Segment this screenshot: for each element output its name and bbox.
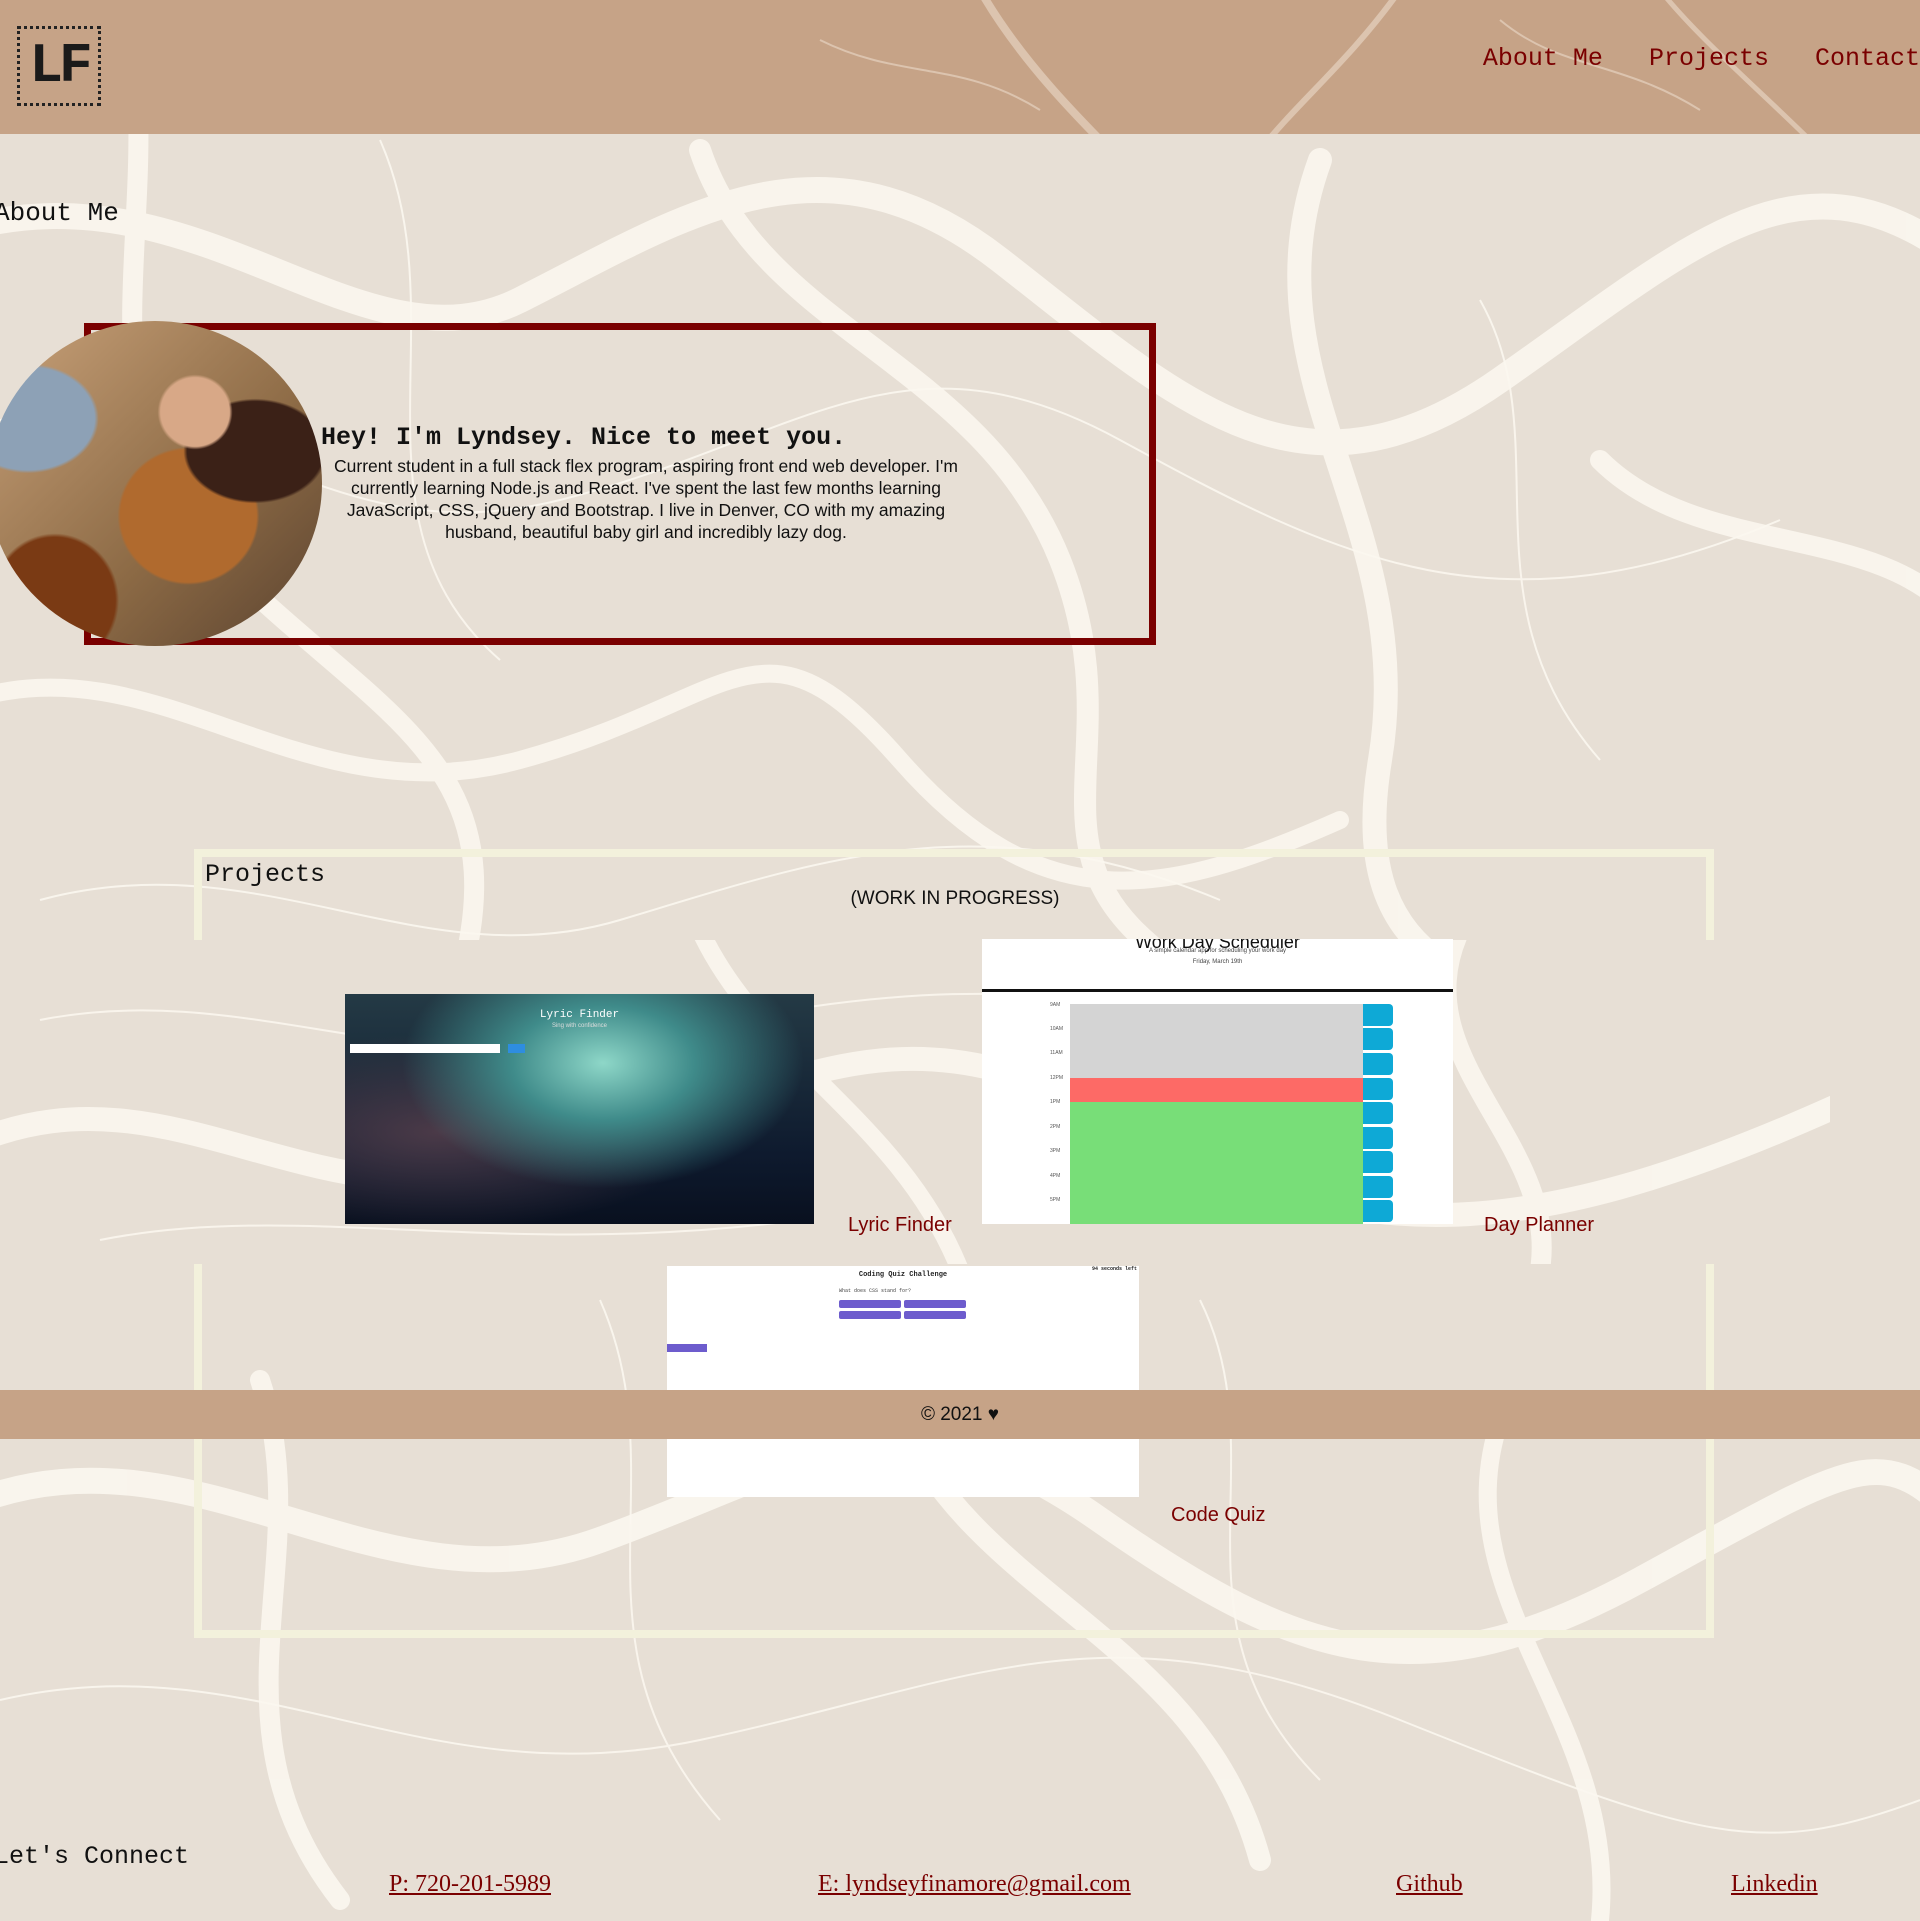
nav-contact[interactable]: Contact [1815,44,1920,73]
projects-status: (WORK IN PROGRESS) [850,888,1060,909]
lyric-preview-title: Lyric Finder [539,1009,620,1021]
scheduler-preview-divider [982,989,1453,992]
scheduler-hour-label: 12PM [1050,1075,1064,1081]
quiz-preview-answer [839,1311,901,1319]
lyric-preview-search [350,1044,500,1053]
scheduler-hour-label: 10AM [1050,1026,1064,1032]
project-caption-day-planner[interactable]: Day Planner [1484,1214,1594,1237]
nav-about-me[interactable]: About Me [1483,44,1603,73]
contact-linkedin-link[interactable]: Linkedin [1731,1871,1818,1898]
project-preview-day-planner[interactable]: Work Day Scheduler A simple calendar app… [982,939,1453,1224]
scheduler-hour-label: 1PM [1050,1099,1061,1105]
scheduler-save-icon [1363,1151,1393,1173]
quiz-preview-answer [904,1300,966,1308]
scheduler-hour-label: 3PM [1050,1148,1061,1154]
project-preview-code-quiz[interactable]: Coding Quiz Challenge 94 seconds left Wh… [667,1266,1139,1497]
contact-phone-link[interactable]: P: 720-201-5989 [389,1871,551,1898]
scheduler-save-icon [1363,1200,1393,1222]
scheduler-save-icon [1363,1028,1393,1050]
projects-title: Projects [205,860,326,889]
about-bio: Current student in a full stack flex pro… [334,456,958,542]
scheduler-hour-label: 2PM [1050,1124,1061,1130]
scheduler-save-icon [1363,1078,1393,1100]
about-greeting: Hey! I'm Lyndsey. Nice to meet you. [321,423,847,452]
project-preview-lyric-finder[interactable]: Lyric Finder Sing with confidence [345,994,814,1224]
scheduler-hour-label: 4PM [1050,1173,1061,1179]
site-header: LF About Me Projects Contact [0,0,1920,134]
scheduler-save-icon [1363,1127,1393,1149]
scheduler-future-hours [1070,1102,1363,1224]
main-nav: About Me Projects Contact [1483,44,1920,73]
lyric-preview-button [508,1044,525,1053]
project-caption-lyric-finder[interactable]: Lyric Finder [848,1214,952,1237]
scheduler-hour-label: 9AM [1050,1002,1061,1008]
scheduler-save-icon [1363,1004,1393,1026]
quiz-preview-button [667,1344,707,1352]
contact-email-link[interactable]: E: lyndseyfinamore@gmail.com [818,1871,1131,1898]
nav-projects[interactable]: Projects [1649,44,1769,73]
quiz-preview-question: What does CSS stand for? [839,1288,912,1294]
quiz-preview-answer [904,1311,966,1319]
scheduler-preview-subtitle: A simple calendar app for scheduling you… [1148,948,1287,954]
quiz-preview-title: Coding Quiz Challenge [858,1271,948,1279]
quiz-preview-answer [839,1300,901,1308]
scheduler-hour-label: 11AM [1050,1050,1063,1056]
site-footer: © 2021 ♥ [0,1390,1920,1439]
connect-title: Let's Connect [0,1842,190,1871]
footer-copyright: © 2021 ♥ [920,1403,1000,1425]
scheduler-save-icon [1363,1176,1393,1198]
scheduler-save-icon [1363,1102,1393,1124]
profile-photo [0,321,322,646]
project-caption-code-quiz[interactable]: Code Quiz [1171,1504,1266,1527]
scheduler-preview-date: Friday, March 19th [1192,959,1243,965]
contact-github-link[interactable]: Github [1396,1871,1463,1898]
lyric-preview-subtitle: Sing with confidence [551,1023,608,1029]
quiz-preview-timer: 94 seconds left [1091,1266,1137,1272]
scheduler-current-hour [1070,1078,1363,1102]
scheduler-save-icon [1363,1053,1393,1075]
scheduler-hour-label: 5PM [1050,1197,1061,1203]
about-title: About Me [0,198,119,228]
site-logo[interactable]: LF [17,26,101,106]
